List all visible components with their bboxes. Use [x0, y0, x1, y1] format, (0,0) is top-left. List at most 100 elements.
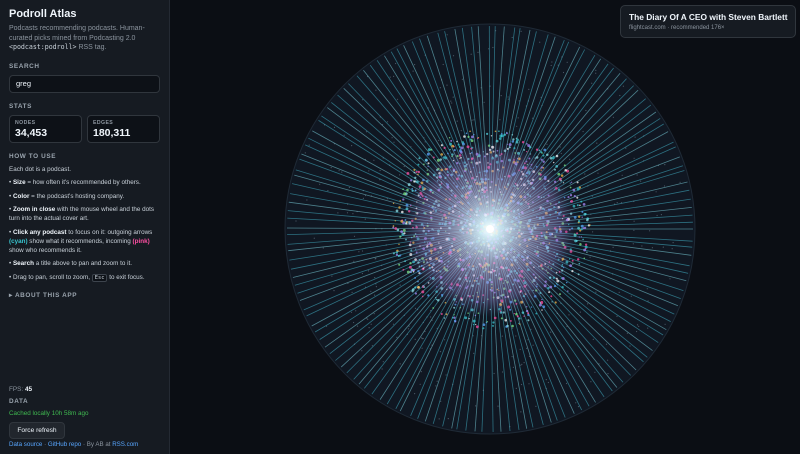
podcast-node[interactable] [331, 275, 333, 277]
podcast-node[interactable] [421, 295, 424, 298]
podcast-node[interactable] [595, 291, 597, 293]
podcast-node[interactable] [443, 317, 446, 319]
podcast-node[interactable] [422, 321, 424, 324]
podcast-node[interactable] [575, 402, 577, 404]
podcast-node[interactable] [500, 134, 504, 138]
podcast-node[interactable] [509, 319, 512, 322]
podcast-node[interactable] [660, 214, 662, 216]
podcast-node[interactable] [664, 164, 666, 166]
podcast-node[interactable] [541, 104, 543, 107]
podcast-node[interactable] [622, 85, 624, 87]
podcast-node[interactable] [518, 100, 520, 102]
podcast-node[interactable] [364, 158, 366, 161]
podcast-node[interactable] [592, 338, 594, 340]
podcast-node[interactable] [596, 142, 598, 144]
podcast-node[interactable] [470, 139, 474, 143]
podcast-node[interactable] [338, 170, 340, 172]
podcast-node[interactable] [374, 294, 376, 296]
podcast-node[interactable] [430, 316, 432, 318]
podcast-node[interactable] [452, 55, 455, 57]
podcast-node[interactable] [662, 246, 664, 248]
podcast-node[interactable] [520, 383, 523, 386]
podcast-node[interactable] [441, 127, 443, 129]
podcast-node[interactable] [550, 331, 552, 333]
podcast-node[interactable] [621, 174, 623, 176]
podcast-node[interactable] [656, 214, 658, 217]
podcast-node[interactable] [618, 291, 620, 293]
podcast-node[interactable] [432, 307, 435, 309]
podcast-node[interactable] [370, 290, 372, 292]
podcast-node[interactable] [511, 356, 513, 358]
podcast-node[interactable] [550, 295, 553, 298]
podcast-node[interactable] [500, 95, 502, 97]
podcast-node[interactable] [472, 319, 476, 323]
podcast-node[interactable] [485, 132, 489, 136]
podcast-node[interactable] [386, 198, 388, 200]
podcast-node[interactable] [417, 280, 419, 283]
podcast-node[interactable] [595, 69, 597, 71]
podcast-node[interactable] [421, 290, 425, 294]
podcast-node[interactable] [448, 136, 451, 139]
podcast-node[interactable] [581, 210, 584, 213]
podcast-node[interactable] [492, 46, 494, 49]
podcast-node[interactable] [561, 285, 564, 289]
podcast-node[interactable] [527, 319, 530, 322]
podcast-node[interactable] [616, 315, 618, 317]
podcast-node[interactable] [541, 302, 543, 305]
podcast-node[interactable] [362, 197, 364, 199]
podcast-node[interactable] [396, 336, 398, 338]
podcast-node[interactable] [649, 230, 651, 232]
podcast-node[interactable] [538, 149, 541, 152]
podcast-node[interactable] [325, 325, 328, 327]
podcast-node[interactable] [396, 98, 399, 100]
podcast-node[interactable] [456, 120, 458, 122]
podcast-node[interactable] [365, 131, 368, 133]
podcast-node[interactable] [370, 323, 372, 325]
podcast-node[interactable] [373, 159, 375, 161]
podcast-node[interactable] [447, 418, 449, 420]
podcast-node[interactable] [468, 317, 470, 320]
podcast-node[interactable] [664, 323, 666, 325]
podcast-node[interactable] [636, 324, 639, 326]
podcast-node[interactable] [504, 134, 506, 136]
podcast-node[interactable] [595, 100, 598, 103]
podcast-node[interactable] [640, 180, 642, 182]
podcast-node[interactable] [410, 271, 412, 274]
podcast-node[interactable] [350, 311, 353, 313]
podcast-node[interactable] [545, 387, 547, 389]
podcast-node[interactable] [590, 381, 592, 383]
podcast-node[interactable] [511, 140, 515, 143]
podcast-node[interactable] [398, 206, 401, 209]
podcast-node[interactable] [523, 362, 525, 364]
podcast-node[interactable] [625, 147, 627, 149]
podcast-node[interactable] [634, 136, 636, 138]
podcast-node[interactable] [429, 348, 431, 350]
podcast-node[interactable] [327, 190, 329, 192]
podcast-node[interactable] [495, 30, 497, 32]
podcast-node[interactable] [493, 372, 495, 375]
podcast-node[interactable] [636, 330, 638, 333]
podcast-node[interactable] [515, 387, 517, 389]
podcast-node[interactable] [643, 160, 645, 162]
podcast-node[interactable] [633, 220, 635, 222]
podcast-node[interactable] [403, 165, 405, 168]
podcast-node[interactable] [643, 135, 645, 137]
podcast-node[interactable] [475, 325, 479, 329]
podcast-node[interactable] [475, 405, 477, 407]
podcast-node[interactable] [381, 368, 383, 370]
podcast-node[interactable] [406, 188, 409, 192]
podcast-node[interactable] [580, 224, 584, 228]
podcast-node[interactable] [449, 142, 453, 146]
podcast-node[interactable] [392, 226, 395, 229]
podcast-node[interactable] [333, 143, 335, 145]
podcast-node[interactable] [572, 263, 574, 265]
podcast-node[interactable] [542, 305, 546, 309]
podcast-node[interactable] [610, 250, 612, 252]
podcast-node[interactable] [561, 56, 563, 58]
podcast-node[interactable] [436, 327, 438, 329]
podcast-node[interactable] [530, 328, 532, 330]
podcast-node[interactable] [492, 324, 494, 327]
podcast-node[interactable] [427, 294, 430, 297]
podcast-node[interactable] [414, 64, 416, 66]
podcast-node[interactable] [402, 198, 405, 201]
